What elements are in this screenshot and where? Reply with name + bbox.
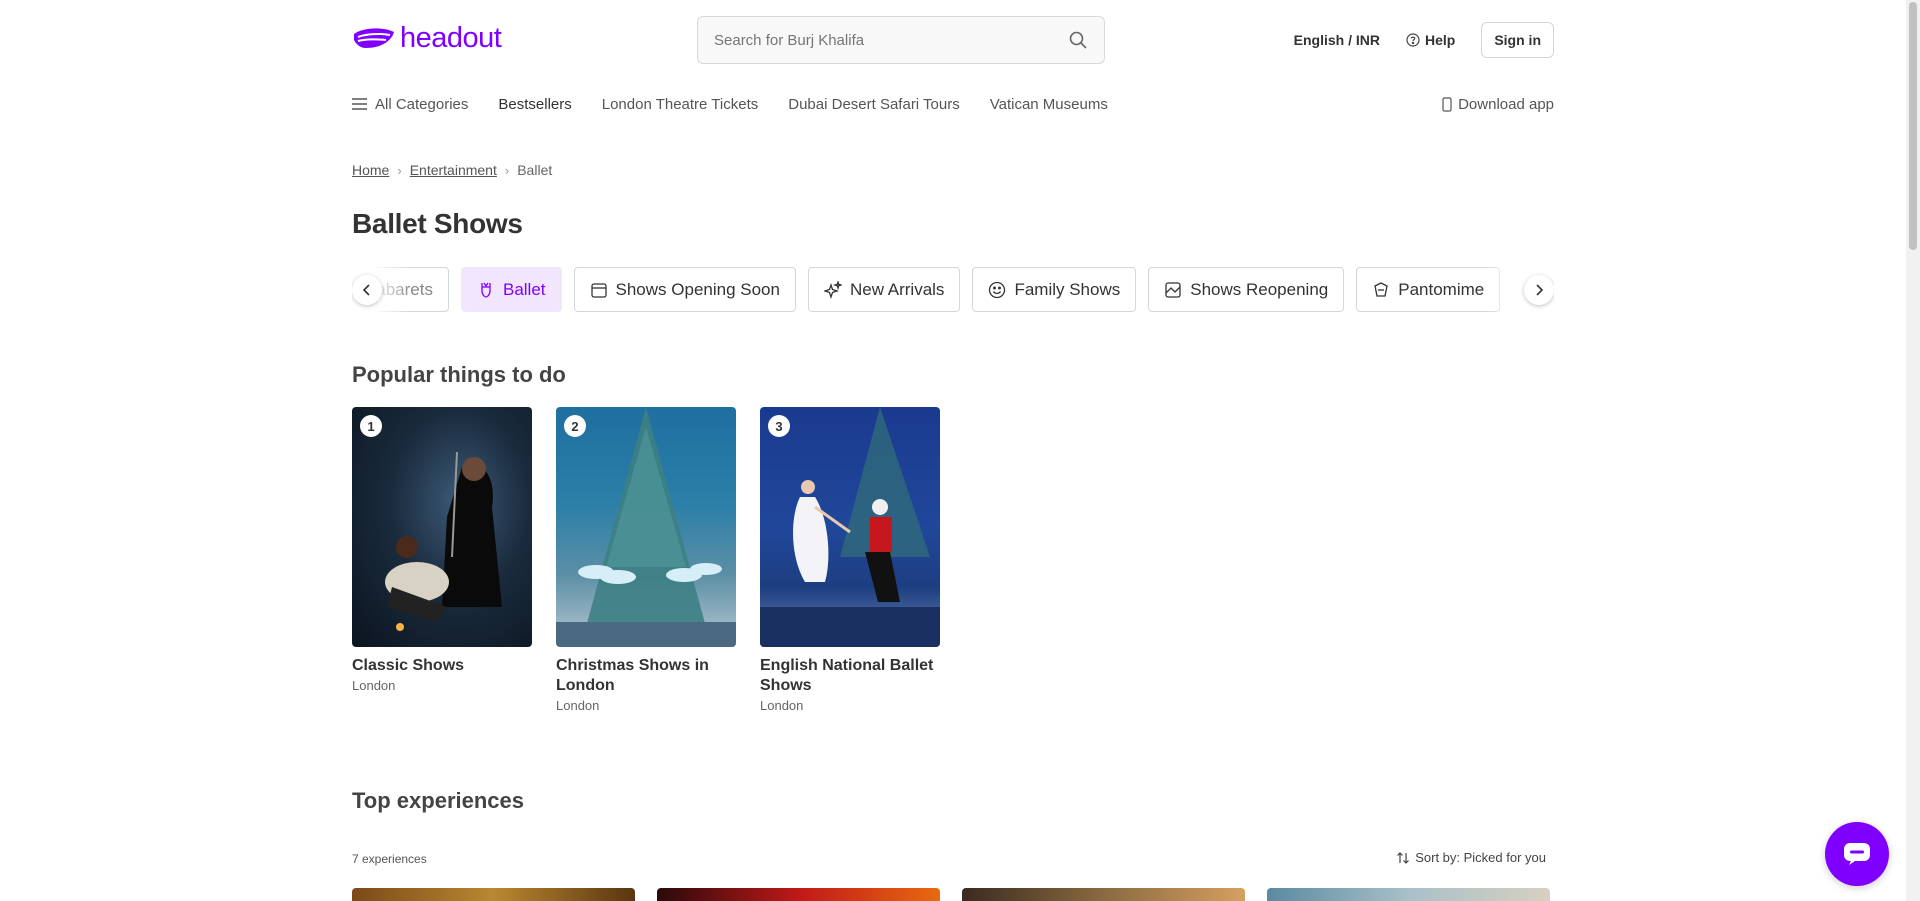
chip-ballet[interactable]: Ballet: [460, 267, 562, 312]
chip-shows-opening-soon[interactable]: Shows Opening Soon: [573, 267, 796, 312]
christmas-tree-stage-illustration: [556, 407, 736, 647]
chevron-left-icon: [362, 284, 370, 296]
chip-label: New Arrivals: [849, 279, 945, 299]
search-box[interactable]: [697, 16, 1105, 64]
popular-card[interactable]: 2 Christmas Shows in London London: [556, 407, 736, 713]
smiley-icon: [989, 281, 1006, 298]
experience-card[interactable]: [352, 888, 635, 901]
experience-card[interactable]: [1267, 888, 1550, 901]
phone-icon: [1442, 96, 1452, 112]
chip-pantomime[interactable]: Pantomime: [1356, 267, 1501, 312]
reopening-icon: [1165, 281, 1181, 298]
chip-label: Ballet: [502, 279, 546, 299]
ballet-icon: [481, 282, 491, 298]
rank-badge: 2: [564, 415, 586, 437]
nav-item-dubai-desert-safari[interactable]: Dubai Desert Safari Tours: [788, 96, 959, 113]
card-city: London: [556, 698, 600, 713]
chip-row: Cabarets Ballet Shows Opening Soon New A…: [352, 267, 1501, 312]
help-link[interactable]: Help: [1406, 32, 1455, 48]
logo-text: headout: [400, 22, 502, 54]
nutcracker-ballet-illustration: [760, 407, 940, 647]
breadcrumb-entertainment[interactable]: Entertainment: [410, 162, 497, 178]
experience-cards: [352, 888, 1554, 901]
chat-icon: [1844, 843, 1870, 865]
card-title[interactable]: Classic Shows: [352, 656, 532, 676]
chat-button[interactable]: [1825, 822, 1889, 886]
card-image[interactable]: 1: [352, 407, 532, 647]
top-experiences-title: Top experiences: [352, 788, 524, 813]
carousel-prev-button[interactable]: [352, 275, 382, 305]
nav-item-london-theatre[interactable]: London Theatre Tickets: [602, 96, 759, 113]
download-app-label: Download app: [1458, 95, 1554, 113]
card-title[interactable]: Christmas Shows in London: [556, 656, 736, 696]
rank-badge: 1: [360, 415, 382, 437]
language-currency-selector[interactable]: English / INR: [1294, 32, 1380, 48]
download-app-link[interactable]: Download app: [1442, 96, 1554, 113]
breadcrumb-home[interactable]: Home: [352, 162, 389, 178]
sort-dropdown[interactable]: Sort by: Picked for you: [1396, 850, 1546, 865]
carousel-next-button[interactable]: [1524, 275, 1554, 305]
chip-label: Shows Opening Soon: [615, 279, 780, 299]
popular-cards: 1 Classic Shows London 2 Christmas Shows…: [352, 407, 1554, 713]
chip-new-arrivals[interactable]: New Arrivals: [807, 267, 961, 312]
calendar-icon: [590, 282, 607, 298]
header-actions: English / INR Help Sign in: [1294, 22, 1554, 58]
sort-label: Sort by: Picked for you: [1415, 850, 1546, 865]
card-city: London: [352, 678, 396, 693]
breadcrumb-current: Ballet: [517, 162, 553, 178]
search-icon[interactable]: [1068, 30, 1088, 50]
header: headout English / INR Help Sign in: [352, 16, 1554, 64]
popular-card[interactable]: 1 Classic Shows London: [352, 407, 532, 713]
hamburger-icon: [352, 98, 367, 110]
card-city: London: [760, 698, 804, 713]
nav-item-vatican-museums[interactable]: Vatican Museums: [990, 96, 1108, 113]
chevron-right-icon: ›: [504, 162, 510, 178]
pantomime-icon: [1374, 281, 1388, 297]
sort-icon: [1397, 851, 1410, 864]
nav-item-bestsellers[interactable]: Bestsellers: [498, 96, 571, 113]
search-input[interactable]: [714, 31, 1068, 49]
card-title[interactable]: English National Ballet Shows: [760, 656, 940, 696]
experience-card[interactable]: [657, 888, 940, 901]
sparkle-icon: [823, 280, 842, 299]
chevron-right-icon: [1536, 284, 1544, 296]
rank-badge: 3: [768, 415, 790, 437]
chip-label: Pantomime: [1398, 279, 1485, 299]
page-scrollbar[interactable]: [1906, 0, 1920, 901]
experience-card[interactable]: [962, 888, 1245, 901]
breadcrumb: Home › Entertainment › Ballet: [352, 162, 1554, 178]
all-categories-menu[interactable]: All Categories: [352, 96, 468, 113]
help-label: Help: [1424, 32, 1456, 48]
chip-label: Shows Reopening: [1190, 279, 1329, 299]
scrollbar-thumb[interactable]: [1909, 2, 1917, 250]
category-chips-carousel: Cabarets Ballet Shows Opening Soon New A…: [352, 267, 1554, 312]
card-image[interactable]: 2: [556, 407, 736, 647]
chip-shows-reopening[interactable]: Shows Reopening: [1148, 267, 1345, 312]
popular-card[interactable]: 3 English National Ballet Shows London: [760, 407, 940, 713]
sort-container: Sort by: Picked for you: [352, 850, 1554, 870]
card-image[interactable]: 3: [760, 407, 940, 647]
performers-illustration: [385, 451, 502, 631]
headout-logo-icon: [354, 27, 394, 48]
help-icon: [1406, 33, 1420, 47]
headout-logo[interactable]: headout: [352, 22, 502, 55]
signin-button[interactable]: Sign in: [1481, 22, 1554, 58]
popular-section-title: Popular things to do: [352, 362, 566, 387]
all-categories-label: All Categories: [375, 95, 469, 113]
page-title: Ballet Shows: [352, 208, 523, 239]
category-nav: All Categories Bestsellers London Theatr…: [352, 92, 1554, 116]
chevron-right-icon: ›: [397, 162, 402, 178]
chip-label: Family Shows: [1014, 279, 1121, 299]
chip-family-shows[interactable]: Family Shows: [972, 267, 1137, 312]
